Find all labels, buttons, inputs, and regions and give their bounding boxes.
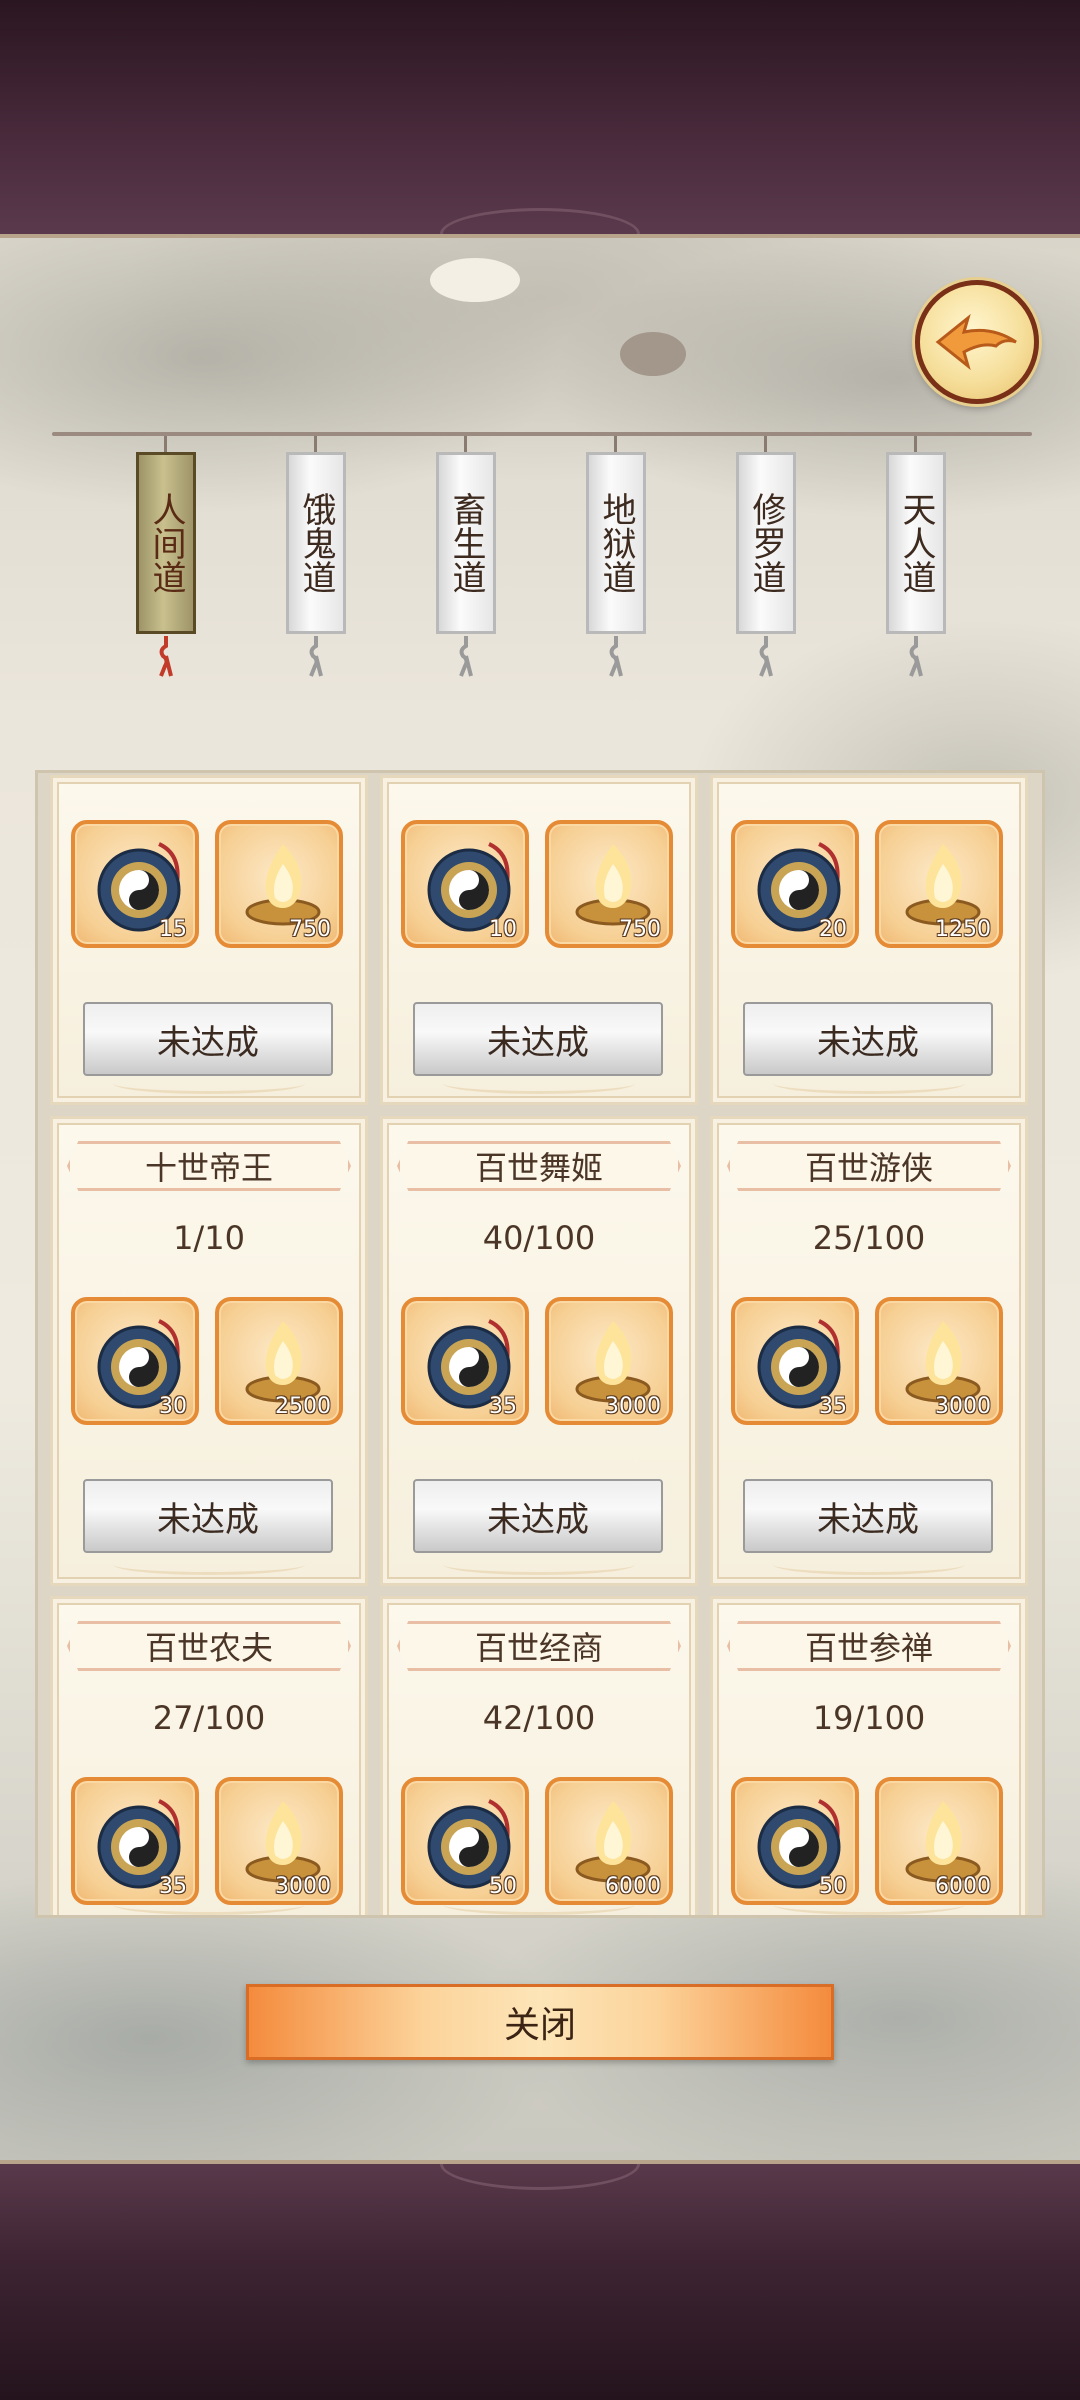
achievement-title: 百世游侠: [727, 1141, 1011, 1191]
achievement-progress: 27/100: [152, 1699, 266, 1737]
yin-yang-cloud-light: [430, 258, 520, 302]
top-frame: [0, 0, 1080, 238]
reward-item[interactable]: 10: [401, 820, 529, 948]
reward-item[interactable]: 35: [71, 1777, 199, 1905]
reward-item[interactable]: 750: [545, 820, 673, 948]
reward-count: 50: [819, 1874, 847, 1899]
tassel-icon: [909, 636, 923, 677]
tab-0[interactable]: 人间道: [136, 452, 196, 634]
reward-count: 10: [489, 917, 517, 942]
reward-item[interactable]: 2500: [215, 1297, 343, 1425]
tassel-icon: [459, 636, 473, 677]
achievement-progress: 19/100: [812, 1699, 926, 1737]
close-button[interactable]: 关闭: [246, 1984, 834, 2060]
achievement-progress: 40/100: [482, 1219, 596, 1257]
status-button[interactable]: 未达成: [413, 1002, 663, 1076]
achievement-title: 百世经商: [397, 1621, 681, 1671]
reward-count: 750: [289, 917, 331, 942]
reward-count: 20: [819, 917, 847, 942]
achievement-progress: 25/100: [812, 1219, 926, 1257]
tassel-icon: [609, 636, 623, 677]
achievement-card: 百世农夫 27/100 35 3000: [50, 1596, 368, 1915]
tassel-icon: [309, 636, 323, 677]
bottom-ornament: [440, 2164, 640, 2190]
back-arrow-icon: [935, 313, 1017, 371]
achievement-card: 百世参禅 19/100 50 6000: [710, 1596, 1028, 1915]
tab-4[interactable]: 修罗道: [736, 452, 796, 634]
reward-count: 6000: [935, 1874, 991, 1899]
status-button[interactable]: 未达成: [413, 1479, 663, 1553]
top-ornament: [440, 208, 640, 234]
achievement-card: 百世游侠 25/100 35 3000 未达成: [710, 1116, 1028, 1586]
tab-2[interactable]: 畜生道: [436, 452, 496, 634]
reward-item[interactable]: 35: [401, 1297, 529, 1425]
reward-item[interactable]: 6000: [875, 1777, 1003, 1905]
reward-count: 750: [619, 917, 661, 942]
tab-1[interactable]: 饿鬼道: [286, 452, 346, 634]
achievement-card: 10 750 未达成: [380, 775, 698, 1105]
achievement-card: 15 750 未达成: [50, 775, 368, 1105]
reward-item[interactable]: 750: [215, 820, 343, 948]
achievement-title: 十世帝王: [67, 1141, 351, 1191]
reward-item[interactable]: 6000: [545, 1777, 673, 1905]
reward-item[interactable]: 35: [731, 1297, 859, 1425]
achievement-card: 十世帝王 1/10 30 2500 未达成: [50, 1116, 368, 1586]
achievement-title: 百世参禅: [727, 1621, 1011, 1671]
reward-count: 35: [489, 1394, 517, 1419]
reward-count: 6000: [605, 1874, 661, 1899]
reward-item[interactable]: 50: [731, 1777, 859, 1905]
status-button[interactable]: 未达成: [743, 1479, 993, 1553]
reward-item[interactable]: 15: [71, 820, 199, 948]
tassel-icon: [759, 636, 773, 677]
reward-count: 3000: [605, 1394, 661, 1419]
reward-count: 30: [159, 1394, 187, 1419]
reward-item[interactable]: 50: [401, 1777, 529, 1905]
status-button[interactable]: 未达成: [83, 1002, 333, 1076]
bottom-frame: [0, 2160, 1080, 2400]
reward-count: 15: [159, 917, 187, 942]
reward-count: 35: [819, 1394, 847, 1419]
achievement-title: 百世农夫: [67, 1621, 351, 1671]
reward-count: 3000: [935, 1394, 991, 1419]
achievement-title: 百世舞姬: [397, 1141, 681, 1191]
reward-item[interactable]: 30: [71, 1297, 199, 1425]
reward-count: 3000: [275, 1874, 331, 1899]
achievement-card: 20 1250 未达成: [710, 775, 1028, 1105]
back-button[interactable]: [915, 280, 1039, 404]
reward-count: 50: [489, 1874, 517, 1899]
reward-item[interactable]: 1250: [875, 820, 1003, 948]
reward-count: 2500: [275, 1394, 331, 1419]
achievement-panel: 15 750 未达成 10 750 未达成 20 1250 未达成 十世帝王 1/10 30 2500 未…: [35, 770, 1045, 1918]
reward-item[interactable]: 3000: [875, 1297, 1003, 1425]
tab-5[interactable]: 天人道: [886, 452, 946, 634]
achievement-progress: 1/10: [173, 1219, 245, 1257]
tab-rod: [52, 432, 1032, 436]
tassel-icon: [159, 636, 173, 677]
reward-count: 1250: [935, 917, 991, 942]
yin-yang-cloud-dark: [620, 332, 686, 376]
achievement-progress: 42/100: [482, 1699, 596, 1737]
achievement-card: 百世经商 42/100 50 6000: [380, 1596, 698, 1915]
reward-item[interactable]: 20: [731, 820, 859, 948]
reward-item[interactable]: 3000: [215, 1777, 343, 1905]
tab-3[interactable]: 地狱道: [586, 452, 646, 634]
reward-item[interactable]: 3000: [545, 1297, 673, 1425]
reward-count: 35: [159, 1874, 187, 1899]
achievement-card: 百世舞姬 40/100 35 3000 未达成: [380, 1116, 698, 1586]
status-button[interactable]: 未达成: [83, 1479, 333, 1553]
status-button[interactable]: 未达成: [743, 1002, 993, 1076]
